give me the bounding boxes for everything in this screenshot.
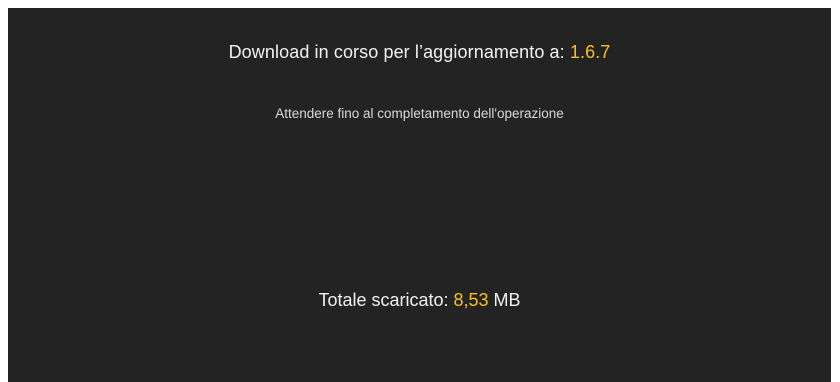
target-version: 1.6.7 — [569, 42, 611, 62]
update-download-screen: Download in corso per l’aggiornamento a:… — [8, 8, 831, 382]
download-total-label: Totale scaricato: — [318, 290, 454, 310]
download-title-label: Download in corso per l’aggiornamento a: — [228, 42, 570, 62]
downloaded-amount: 8,53 — [453, 290, 489, 310]
download-title: Download in corso per l’aggiornamento a:… — [8, 42, 831, 63]
download-total: Totale scaricato: 8,53 MB — [8, 290, 831, 311]
downloaded-unit: MB — [488, 290, 521, 310]
wait-message: Attendere fino al completamento dell'ope… — [275, 106, 564, 121]
